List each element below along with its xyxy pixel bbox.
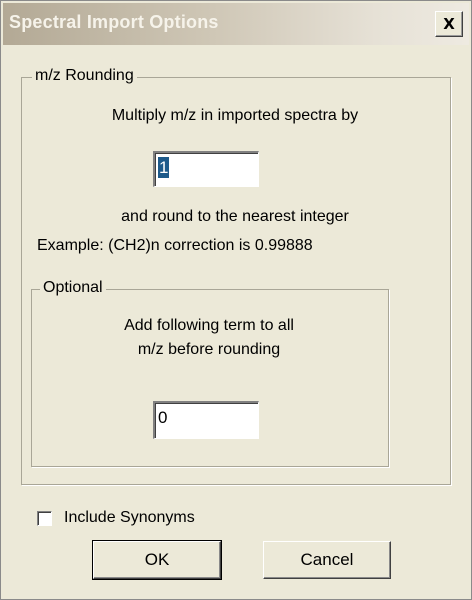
example-text: Example: (CH2)n correction is 0.99888 bbox=[37, 237, 313, 254]
close-icon: X bbox=[443, 15, 455, 33]
close-button[interactable]: X bbox=[435, 11, 463, 37]
ok-button[interactable]: OK bbox=[92, 540, 222, 580]
dialog-window: Spectral Import Options X m/z Rounding M… bbox=[0, 0, 472, 600]
add-term-instruction-line1: Add following term to all bbox=[124, 317, 294, 334]
optional-legend: Optional bbox=[40, 279, 106, 297]
include-synonyms-checkbox[interactable] bbox=[37, 510, 52, 526]
cancel-button-label: Cancel bbox=[300, 550, 354, 569]
include-synonyms-label: Include Synonyms bbox=[64, 509, 195, 526]
round-instruction: and round to the nearest integer bbox=[121, 208, 349, 225]
add-term-instruction-line2: m/z before rounding bbox=[137, 341, 281, 358]
add-term-input[interactable]: 0 bbox=[153, 401, 259, 439]
optional-group: Optional bbox=[31, 279, 389, 467]
multiply-instruction: Multiply m/z in imported spectra by bbox=[111, 107, 359, 124]
multiplier-input-value: 1 bbox=[158, 157, 170, 178]
multiplier-input[interactable]: 1 bbox=[153, 151, 259, 187]
add-term-input-value: 0 bbox=[158, 408, 168, 427]
include-synonyms-checkbox-row[interactable]: Include Synonyms bbox=[37, 509, 195, 527]
ok-button-label: OK bbox=[144, 550, 170, 569]
mz-rounding-legend: m/z Rounding bbox=[32, 67, 137, 85]
dialog-title: Spectral Import Options bbox=[9, 12, 219, 32]
cancel-button[interactable]: Cancel bbox=[263, 541, 391, 579]
title-bar[interactable]: Spectral Import Options X bbox=[3, 3, 469, 45]
